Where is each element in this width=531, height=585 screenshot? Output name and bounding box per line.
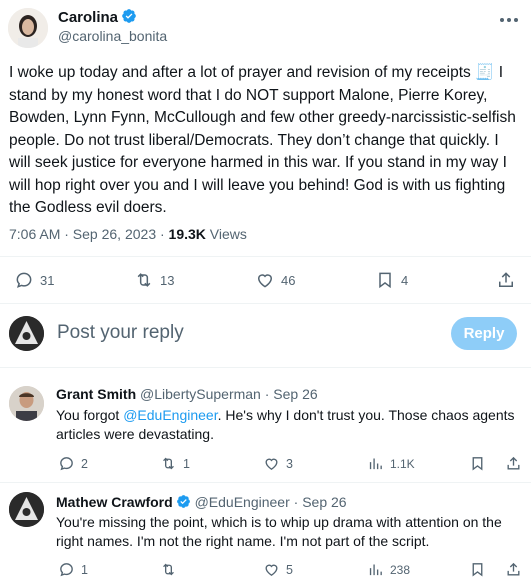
mention-link[interactable]: @EduEngineer — [123, 407, 217, 423]
post-meta: 7:06 AM · Sep 26, 2023 · 19.3K Views — [9, 226, 247, 242]
reply-like-action[interactable]: 5 — [263, 561, 293, 578]
analytics-icon — [369, 458, 382, 470]
reply-header: Mathew Crawford @EduEngineer · Sep 26 — [56, 494, 347, 510]
author-block: Carolina @carolina_bonita — [58, 8, 167, 44]
reply-count: 31 — [40, 272, 55, 288]
reply-action[interactable]: 31 — [14, 270, 54, 290]
post-text: I woke up today and after a lot of praye… — [9, 64, 516, 216]
views-count: 19.3K — [168, 226, 206, 242]
reply-reply-action[interactable]: 2 — [58, 455, 88, 472]
like-count: 46 — [281, 272, 296, 288]
bookmark-icon[interactable] — [469, 455, 486, 477]
repost-icon — [137, 273, 151, 287]
reply-header: Grant Smith @LibertySuperman · Sep 26 — [56, 386, 318, 402]
share-icon[interactable] — [505, 455, 522, 477]
share-icon[interactable] — [505, 561, 522, 583]
reply-avatar[interactable] — [9, 492, 44, 527]
post-timestamp[interactable]: 7:06 AM · Sep 26, 2023 · — [9, 226, 169, 242]
reply-icon — [60, 563, 73, 577]
reply-icon — [16, 272, 32, 288]
reply-date[interactable]: · Sep 26 — [290, 494, 347, 510]
reply-text: You forgot @EduEngineer. He's why I don'… — [56, 407, 515, 442]
heart-icon — [265, 458, 278, 470]
more-options-icon[interactable] — [498, 12, 520, 28]
repost-icon — [163, 457, 174, 470]
like-action[interactable]: 46 — [255, 270, 295, 290]
reply-icon — [60, 457, 73, 471]
reply-author-handle[interactable]: @LibertySuperman — [140, 386, 261, 402]
reply-repost-action[interactable]: 1 — [160, 455, 190, 472]
reply-date[interactable]: · Sep 26 — [261, 386, 318, 402]
reply-text: You're missing the point, which is to wh… — [56, 514, 502, 549]
heart-icon — [257, 274, 273, 288]
author-handle[interactable]: @carolina_bonita — [58, 28, 167, 44]
bookmark-count: 4 — [401, 272, 409, 288]
author-name[interactable]: Carolina — [58, 9, 118, 26]
reply-views-action[interactable]: 238 — [367, 561, 410, 578]
reply-button[interactable]: Reply — [451, 317, 517, 350]
verified-badge-icon — [122, 9, 136, 23]
reply-like-action[interactable]: 3 — [263, 455, 293, 472]
reply-reply-action[interactable]: 1 — [58, 561, 88, 578]
verified-badge-icon — [176, 495, 190, 508]
reply-repost-action[interactable] — [160, 561, 183, 578]
repost-action[interactable]: 13 — [134, 270, 174, 290]
bookmark-action[interactable]: 4 — [375, 270, 408, 290]
reply-author-name[interactable]: Grant Smith — [56, 386, 136, 402]
analytics-icon — [369, 564, 382, 576]
views-label: Views — [205, 226, 247, 242]
current-user-avatar[interactable] — [9, 316, 44, 351]
reply-views-action[interactable]: 1.1K — [367, 455, 415, 472]
repost-count: 13 — [160, 272, 175, 288]
bookmark-icon[interactable] — [469, 561, 486, 583]
bookmark-icon — [379, 272, 391, 289]
reply-input[interactable]: Post your reply — [57, 321, 437, 345]
reply-avatar[interactable] — [9, 386, 44, 421]
author-avatar[interactable] — [8, 8, 48, 48]
reply-author-handle[interactable]: @EduEngineer — [195, 494, 290, 510]
share-action[interactable] — [496, 270, 516, 290]
share-icon — [499, 272, 513, 287]
reply-author-name[interactable]: Mathew Crawford — [56, 494, 173, 510]
repost-icon — [163, 563, 174, 576]
heart-icon — [265, 564, 278, 576]
